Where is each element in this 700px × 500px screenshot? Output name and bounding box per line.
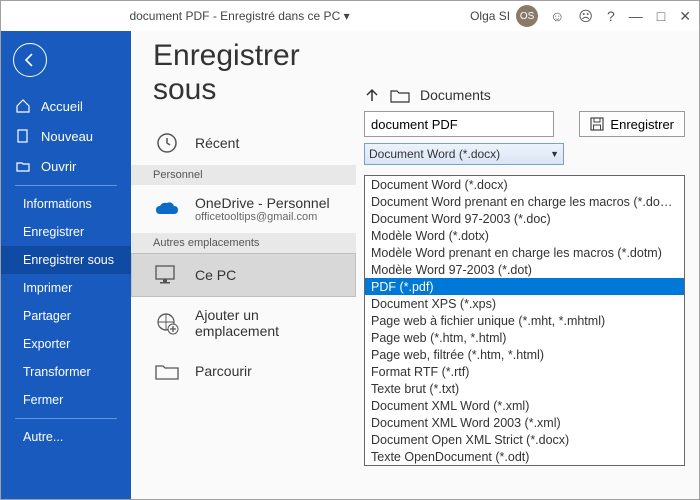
nav-home[interactable]: Accueil: [1, 91, 131, 121]
filetype-option[interactable]: PDF (*.pdf): [365, 278, 684, 295]
nav-save[interactable]: Enregistrer: [1, 218, 131, 246]
arrow-up-icon: [364, 87, 380, 103]
filetype-option[interactable]: Page web, filtrée (*.htm, *.html): [365, 346, 684, 363]
location-label: Ce PC: [195, 267, 236, 283]
file-new-icon: [15, 128, 31, 144]
nav-label: Accueil: [41, 99, 83, 114]
folder-open-icon: [15, 158, 31, 174]
help-icon[interactable]: ?: [607, 8, 615, 24]
filetype-select[interactable]: Document Word (*.docx) ▼: [364, 143, 564, 165]
close-button[interactable]: ✕: [679, 8, 691, 25]
location-onedrive[interactable]: OneDrive - Personnel officetooltips@gmai…: [131, 185, 356, 233]
location-browse[interactable]: Parcourir: [131, 349, 356, 393]
current-folder[interactable]: Documents: [420, 87, 491, 103]
filetype-option[interactable]: Page web (*.htm, *.html): [365, 329, 684, 346]
filetype-option[interactable]: Document Open XML Strict (*.docx): [365, 431, 684, 448]
filetype-option[interactable]: Document XPS (*.xps): [365, 295, 684, 312]
home-icon: [15, 98, 31, 114]
user-name: Olga SI: [470, 9, 510, 23]
page-title: Enregistrer sous: [131, 31, 356, 121]
location-label: Récent: [195, 135, 239, 151]
up-folder-button[interactable]: [364, 87, 380, 103]
location-add-place[interactable]: Ajouter un emplacement: [131, 297, 356, 349]
location-recent[interactable]: Récent: [131, 121, 356, 165]
nav-new[interactable]: Nouveau: [1, 121, 131, 151]
location-sublabel: officetooltips@gmail.com: [195, 211, 330, 223]
filetype-option[interactable]: Document XML Word 2003 (*.xml): [365, 414, 684, 431]
section-other: Autres emplacements: [131, 233, 356, 253]
face-smile-icon[interactable]: ☺: [550, 8, 564, 24]
save-state: Enregistré dans ce PC: [220, 9, 340, 23]
filetype-option[interactable]: Texte OpenDocument (*.odt): [365, 448, 684, 465]
filetype-option[interactable]: Texte brut (*.txt): [365, 380, 684, 397]
nav-print[interactable]: Imprimer: [1, 274, 131, 302]
section-personal: Personnel: [131, 165, 356, 185]
filetype-option[interactable]: Modèle Word (*.dotx): [365, 227, 684, 244]
location-label: OneDrive - Personnel: [195, 195, 330, 211]
location-this-pc[interactable]: Ce PC: [131, 253, 356, 297]
save-button-label: Enregistrer: [610, 117, 674, 132]
filetype-selected-label: Document Word (*.docx): [369, 147, 500, 161]
nav-more[interactable]: Autre...: [1, 423, 131, 451]
save-button[interactable]: Enregistrer: [579, 111, 685, 137]
filetype-option[interactable]: Modèle Word prenant en charge les macros…: [365, 244, 684, 261]
clock-icon: [153, 131, 181, 155]
back-button[interactable]: [13, 43, 47, 77]
nav-save-as[interactable]: Enregistrer sous: [1, 246, 131, 274]
face-sad-icon[interactable]: ☹: [578, 8, 593, 25]
arrow-left-icon: [22, 52, 38, 68]
onedrive-icon: [153, 197, 181, 221]
filetype-option[interactable]: Document Word 97-2003 (*.doc): [365, 210, 684, 227]
filetype-option[interactable]: Document XML Word (*.xml): [365, 397, 684, 414]
this-pc-icon: [153, 263, 181, 287]
filename-input[interactable]: [364, 111, 554, 137]
doc-name: document PDF: [129, 9, 209, 23]
add-place-icon: [153, 311, 181, 335]
nav-label: Ouvrir: [41, 159, 76, 174]
minimize-button[interactable]: —: [629, 8, 643, 24]
folder-icon: [390, 87, 410, 103]
location-label: Ajouter un emplacement: [195, 307, 342, 339]
maximize-button[interactable]: □: [657, 8, 665, 24]
nav-open[interactable]: Ouvrir: [1, 151, 131, 181]
nav-close-doc[interactable]: Fermer: [1, 386, 131, 414]
filetype-option[interactable]: Format RTF (*.rtf): [365, 363, 684, 380]
filetype-option[interactable]: Modèle Word 97-2003 (*.dot): [365, 261, 684, 278]
folder-icon: [153, 359, 181, 383]
backstage-sidebar: Accueil Nouveau Ouvrir Informations Enre…: [1, 31, 131, 499]
avatar[interactable]: OS: [516, 5, 538, 27]
location-label: Parcourir: [195, 363, 252, 379]
nav-label: Nouveau: [41, 129, 93, 144]
filetype-option[interactable]: Document Word prenant en charge les macr…: [365, 193, 684, 210]
filetype-option[interactable]: Document Word (*.docx): [365, 176, 684, 193]
filetype-option[interactable]: Page web à fichier unique (*.mht, *.mhtm…: [365, 312, 684, 329]
nav-transform[interactable]: Transformer: [1, 358, 131, 386]
nav-export[interactable]: Exporter: [1, 330, 131, 358]
chevron-down-icon: ▼: [550, 149, 559, 159]
nav-share[interactable]: Partager: [1, 302, 131, 330]
nav-info[interactable]: Informations: [1, 190, 131, 218]
filetype-dropdown[interactable]: Document Word (*.docx)Document Word pren…: [364, 175, 685, 466]
save-icon: [590, 117, 604, 131]
titlebar: document PDF - Enregistré dans ce PC ▾ O…: [1, 1, 699, 31]
